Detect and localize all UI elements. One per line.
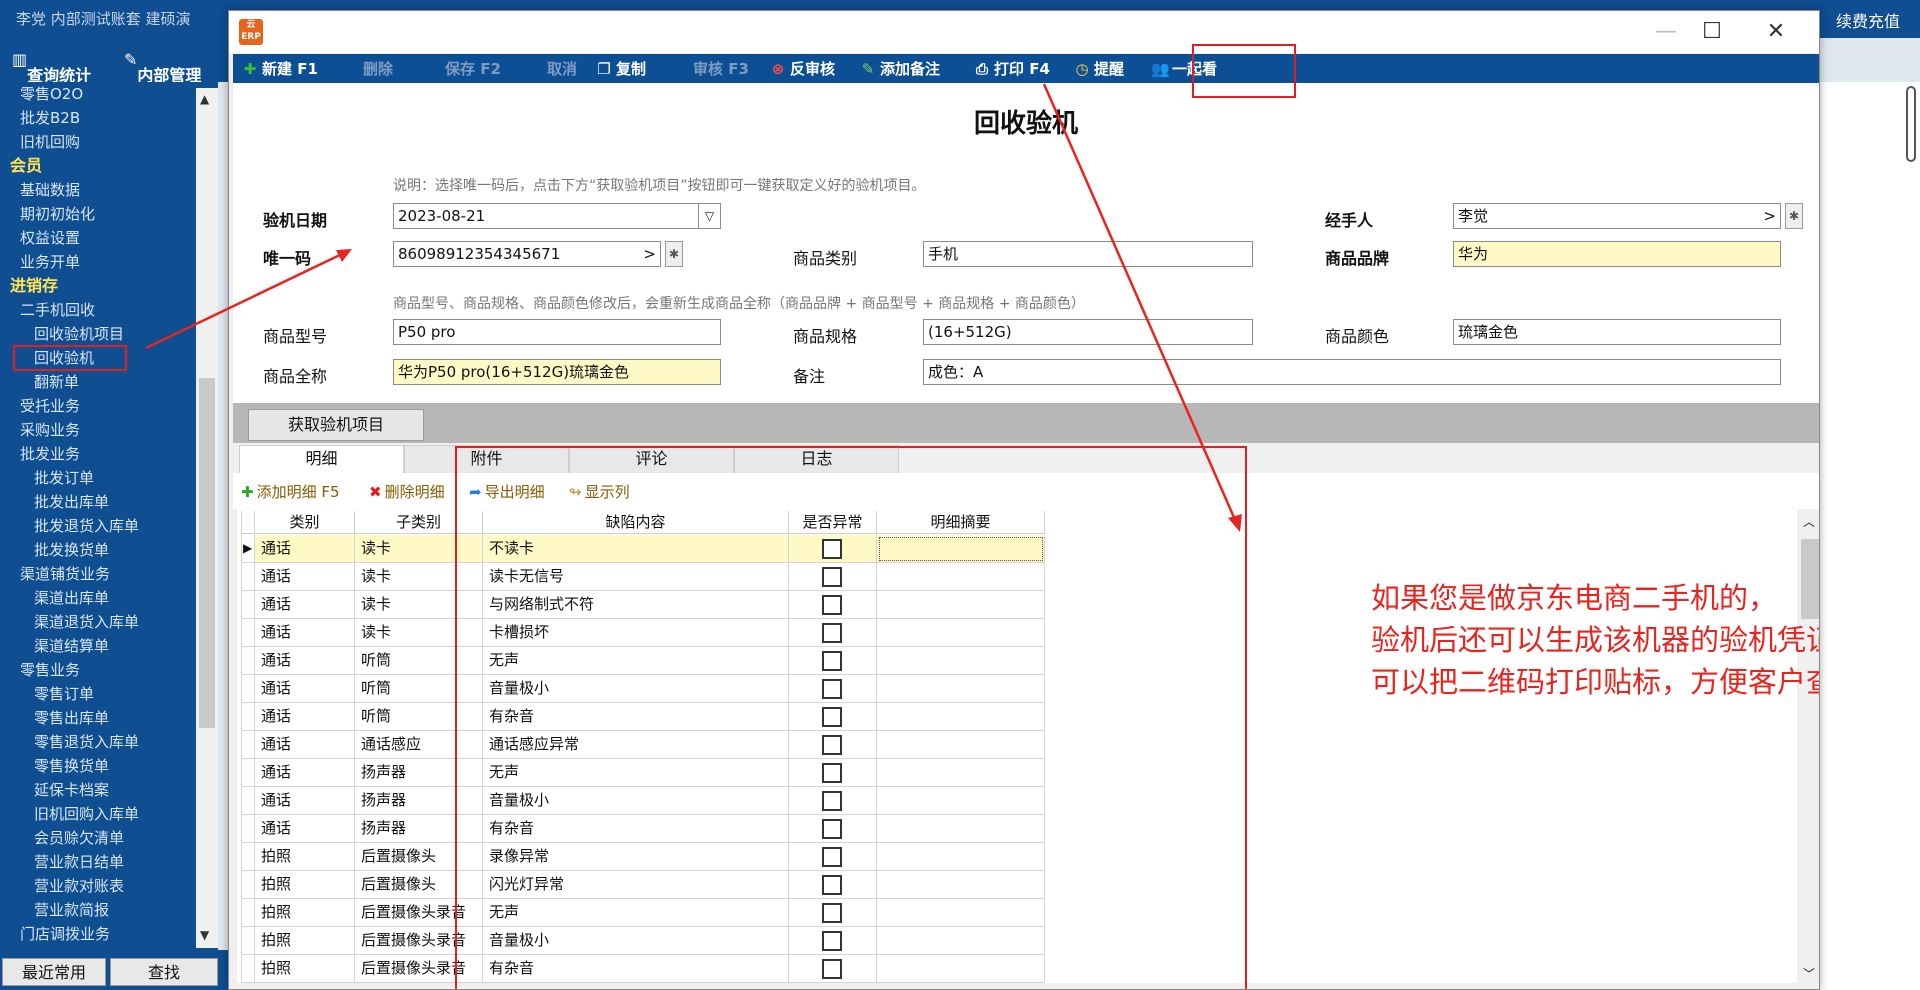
arrow-to-code-field [145,251,345,350]
annotation-arrows [145,83,1242,532]
arrow-from-print [1042,83,1238,523]
arrowhead-icon [1228,514,1242,532]
